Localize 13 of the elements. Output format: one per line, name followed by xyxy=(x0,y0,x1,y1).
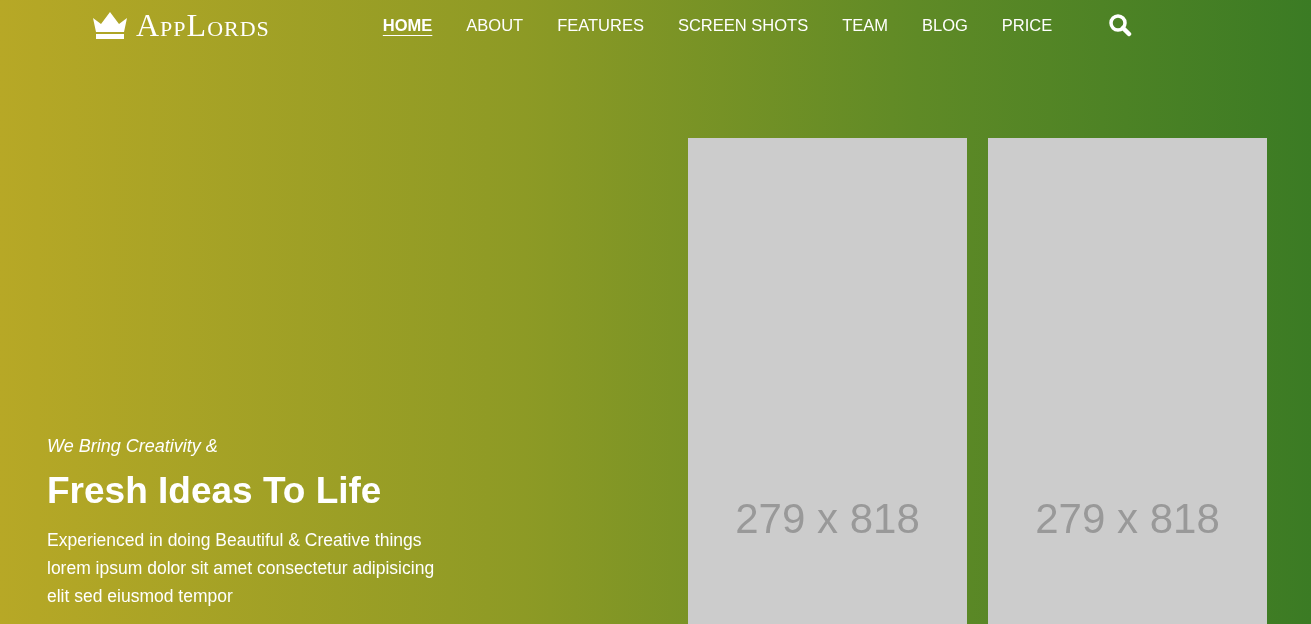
nav-link[interactable]: TEAM xyxy=(842,13,888,37)
hero-description: Experienced in doing Beautiful & Creative things lorem ipsum dolor sit amet consectetur adipisicing elit sed eiusmod tempor xyxy=(47,529,436,608)
nav-link[interactable]: HOME xyxy=(382,13,433,37)
nav-link[interactable]: ABOUT xyxy=(466,13,524,37)
nav-link[interactable]: BLOG xyxy=(922,13,968,37)
nav-link[interactable]: SCREEN SHOTS xyxy=(677,13,809,37)
search-icon[interactable] xyxy=(1108,13,1133,37)
hero-subtitle: We Bring Creativity & xyxy=(47,436,219,458)
crown-icon xyxy=(92,10,128,40)
hero-heading: Fresh Ideas To Life xyxy=(47,471,383,512)
logo-text[interactable]: AppLords xyxy=(136,9,270,41)
nav-link[interactable]: FEATURES xyxy=(557,13,644,37)
nav-link[interactable]: PRICE xyxy=(1001,13,1053,37)
